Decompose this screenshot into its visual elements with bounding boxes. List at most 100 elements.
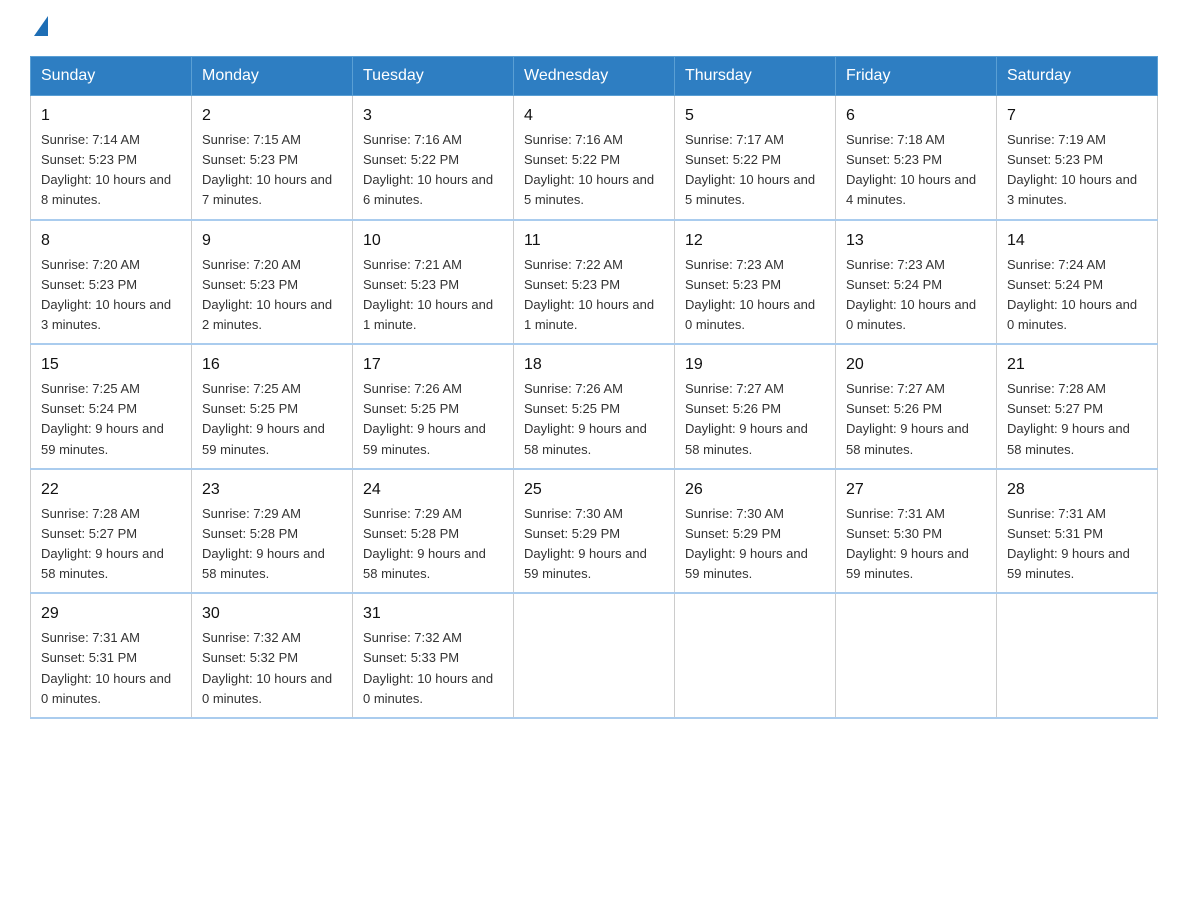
table-row: 1Sunrise: 7:14 AMSunset: 5:23 PMDaylight… — [31, 96, 192, 220]
day-info: Sunrise: 7:23 AMSunset: 5:24 PMDaylight:… — [846, 255, 986, 336]
day-info: Sunrise: 7:24 AMSunset: 5:24 PMDaylight:… — [1007, 255, 1147, 336]
day-info: Sunrise: 7:21 AMSunset: 5:23 PMDaylight:… — [363, 255, 503, 336]
day-number: 10 — [363, 229, 503, 253]
calendar-week-row: 22Sunrise: 7:28 AMSunset: 5:27 PMDayligh… — [31, 469, 1158, 594]
table-row: 17Sunrise: 7:26 AMSunset: 5:25 PMDayligh… — [353, 344, 514, 469]
day-info: Sunrise: 7:30 AMSunset: 5:29 PMDaylight:… — [685, 504, 825, 585]
day-info: Sunrise: 7:30 AMSunset: 5:29 PMDaylight:… — [524, 504, 664, 585]
table-row: 8Sunrise: 7:20 AMSunset: 5:23 PMDaylight… — [31, 220, 192, 345]
header-saturday: Saturday — [997, 57, 1158, 96]
table-row: 5Sunrise: 7:17 AMSunset: 5:22 PMDaylight… — [675, 96, 836, 220]
day-number: 24 — [363, 478, 503, 502]
day-info: Sunrise: 7:28 AMSunset: 5:27 PMDaylight:… — [41, 504, 181, 585]
day-number: 16 — [202, 353, 342, 377]
day-info: Sunrise: 7:27 AMSunset: 5:26 PMDaylight:… — [685, 379, 825, 460]
table-row: 24Sunrise: 7:29 AMSunset: 5:28 PMDayligh… — [353, 469, 514, 594]
table-row: 4Sunrise: 7:16 AMSunset: 5:22 PMDaylight… — [514, 96, 675, 220]
calendar-table: Sunday Monday Tuesday Wednesday Thursday… — [30, 56, 1158, 719]
header-monday: Monday — [192, 57, 353, 96]
day-info: Sunrise: 7:31 AMSunset: 5:31 PMDaylight:… — [41, 628, 181, 709]
day-info: Sunrise: 7:19 AMSunset: 5:23 PMDaylight:… — [1007, 130, 1147, 211]
day-info: Sunrise: 7:26 AMSunset: 5:25 PMDaylight:… — [363, 379, 503, 460]
table-row: 9Sunrise: 7:20 AMSunset: 5:23 PMDaylight… — [192, 220, 353, 345]
table-row: 25Sunrise: 7:30 AMSunset: 5:29 PMDayligh… — [514, 469, 675, 594]
day-info: Sunrise: 7:14 AMSunset: 5:23 PMDaylight:… — [41, 130, 181, 211]
day-number: 11 — [524, 229, 664, 253]
table-row: 13Sunrise: 7:23 AMSunset: 5:24 PMDayligh… — [836, 220, 997, 345]
day-info: Sunrise: 7:31 AMSunset: 5:30 PMDaylight:… — [846, 504, 986, 585]
table-row — [514, 593, 675, 718]
day-info: Sunrise: 7:22 AMSunset: 5:23 PMDaylight:… — [524, 255, 664, 336]
day-info: Sunrise: 7:20 AMSunset: 5:23 PMDaylight:… — [202, 255, 342, 336]
calendar-week-row: 15Sunrise: 7:25 AMSunset: 5:24 PMDayligh… — [31, 344, 1158, 469]
table-row: 6Sunrise: 7:18 AMSunset: 5:23 PMDaylight… — [836, 96, 997, 220]
day-info: Sunrise: 7:17 AMSunset: 5:22 PMDaylight:… — [685, 130, 825, 211]
table-row: 22Sunrise: 7:28 AMSunset: 5:27 PMDayligh… — [31, 469, 192, 594]
day-number: 6 — [846, 104, 986, 128]
day-number: 17 — [363, 353, 503, 377]
day-info: Sunrise: 7:23 AMSunset: 5:23 PMDaylight:… — [685, 255, 825, 336]
table-row: 18Sunrise: 7:26 AMSunset: 5:25 PMDayligh… — [514, 344, 675, 469]
table-row: 27Sunrise: 7:31 AMSunset: 5:30 PMDayligh… — [836, 469, 997, 594]
day-number: 12 — [685, 229, 825, 253]
header-sunday: Sunday — [31, 57, 192, 96]
day-number: 30 — [202, 602, 342, 626]
day-number: 29 — [41, 602, 181, 626]
day-number: 9 — [202, 229, 342, 253]
table-row: 21Sunrise: 7:28 AMSunset: 5:27 PMDayligh… — [997, 344, 1158, 469]
day-info: Sunrise: 7:31 AMSunset: 5:31 PMDaylight:… — [1007, 504, 1147, 585]
day-number: 7 — [1007, 104, 1147, 128]
header-tuesday: Tuesday — [353, 57, 514, 96]
day-number: 19 — [685, 353, 825, 377]
table-row: 15Sunrise: 7:25 AMSunset: 5:24 PMDayligh… — [31, 344, 192, 469]
day-number: 27 — [846, 478, 986, 502]
table-row — [997, 593, 1158, 718]
table-row: 30Sunrise: 7:32 AMSunset: 5:32 PMDayligh… — [192, 593, 353, 718]
table-row: 31Sunrise: 7:32 AMSunset: 5:33 PMDayligh… — [353, 593, 514, 718]
header-wednesday: Wednesday — [514, 57, 675, 96]
day-number: 31 — [363, 602, 503, 626]
day-info: Sunrise: 7:20 AMSunset: 5:23 PMDaylight:… — [41, 255, 181, 336]
day-number: 14 — [1007, 229, 1147, 253]
day-info: Sunrise: 7:32 AMSunset: 5:32 PMDaylight:… — [202, 628, 342, 709]
day-info: Sunrise: 7:16 AMSunset: 5:22 PMDaylight:… — [363, 130, 503, 211]
table-row: 29Sunrise: 7:31 AMSunset: 5:31 PMDayligh… — [31, 593, 192, 718]
day-info: Sunrise: 7:26 AMSunset: 5:25 PMDaylight:… — [524, 379, 664, 460]
table-row: 19Sunrise: 7:27 AMSunset: 5:26 PMDayligh… — [675, 344, 836, 469]
day-number: 25 — [524, 478, 664, 502]
day-number: 3 — [363, 104, 503, 128]
logo-triangle-icon — [34, 16, 48, 36]
table-row: 2Sunrise: 7:15 AMSunset: 5:23 PMDaylight… — [192, 96, 353, 220]
day-number: 21 — [1007, 353, 1147, 377]
day-number: 13 — [846, 229, 986, 253]
table-row — [675, 593, 836, 718]
day-number: 1 — [41, 104, 181, 128]
table-row — [836, 593, 997, 718]
day-number: 4 — [524, 104, 664, 128]
table-row: 23Sunrise: 7:29 AMSunset: 5:28 PMDayligh… — [192, 469, 353, 594]
header-thursday: Thursday — [675, 57, 836, 96]
table-row: 26Sunrise: 7:30 AMSunset: 5:29 PMDayligh… — [675, 469, 836, 594]
table-row: 12Sunrise: 7:23 AMSunset: 5:23 PMDayligh… — [675, 220, 836, 345]
table-row: 14Sunrise: 7:24 AMSunset: 5:24 PMDayligh… — [997, 220, 1158, 345]
table-row: 11Sunrise: 7:22 AMSunset: 5:23 PMDayligh… — [514, 220, 675, 345]
day-info: Sunrise: 7:29 AMSunset: 5:28 PMDaylight:… — [363, 504, 503, 585]
day-number: 8 — [41, 229, 181, 253]
table-row: 16Sunrise: 7:25 AMSunset: 5:25 PMDayligh… — [192, 344, 353, 469]
day-number: 5 — [685, 104, 825, 128]
day-number: 20 — [846, 353, 986, 377]
day-info: Sunrise: 7:27 AMSunset: 5:26 PMDaylight:… — [846, 379, 986, 460]
day-info: Sunrise: 7:29 AMSunset: 5:28 PMDaylight:… — [202, 504, 342, 585]
day-number: 15 — [41, 353, 181, 377]
day-info: Sunrise: 7:32 AMSunset: 5:33 PMDaylight:… — [363, 628, 503, 709]
day-number: 22 — [41, 478, 181, 502]
day-number: 23 — [202, 478, 342, 502]
day-number: 18 — [524, 353, 664, 377]
calendar-header-row: Sunday Monday Tuesday Wednesday Thursday… — [31, 57, 1158, 96]
logo — [30, 20, 52, 36]
day-info: Sunrise: 7:25 AMSunset: 5:24 PMDaylight:… — [41, 379, 181, 460]
day-number: 26 — [685, 478, 825, 502]
calendar-week-row: 8Sunrise: 7:20 AMSunset: 5:23 PMDaylight… — [31, 220, 1158, 345]
day-number: 28 — [1007, 478, 1147, 502]
day-info: Sunrise: 7:25 AMSunset: 5:25 PMDaylight:… — [202, 379, 342, 460]
